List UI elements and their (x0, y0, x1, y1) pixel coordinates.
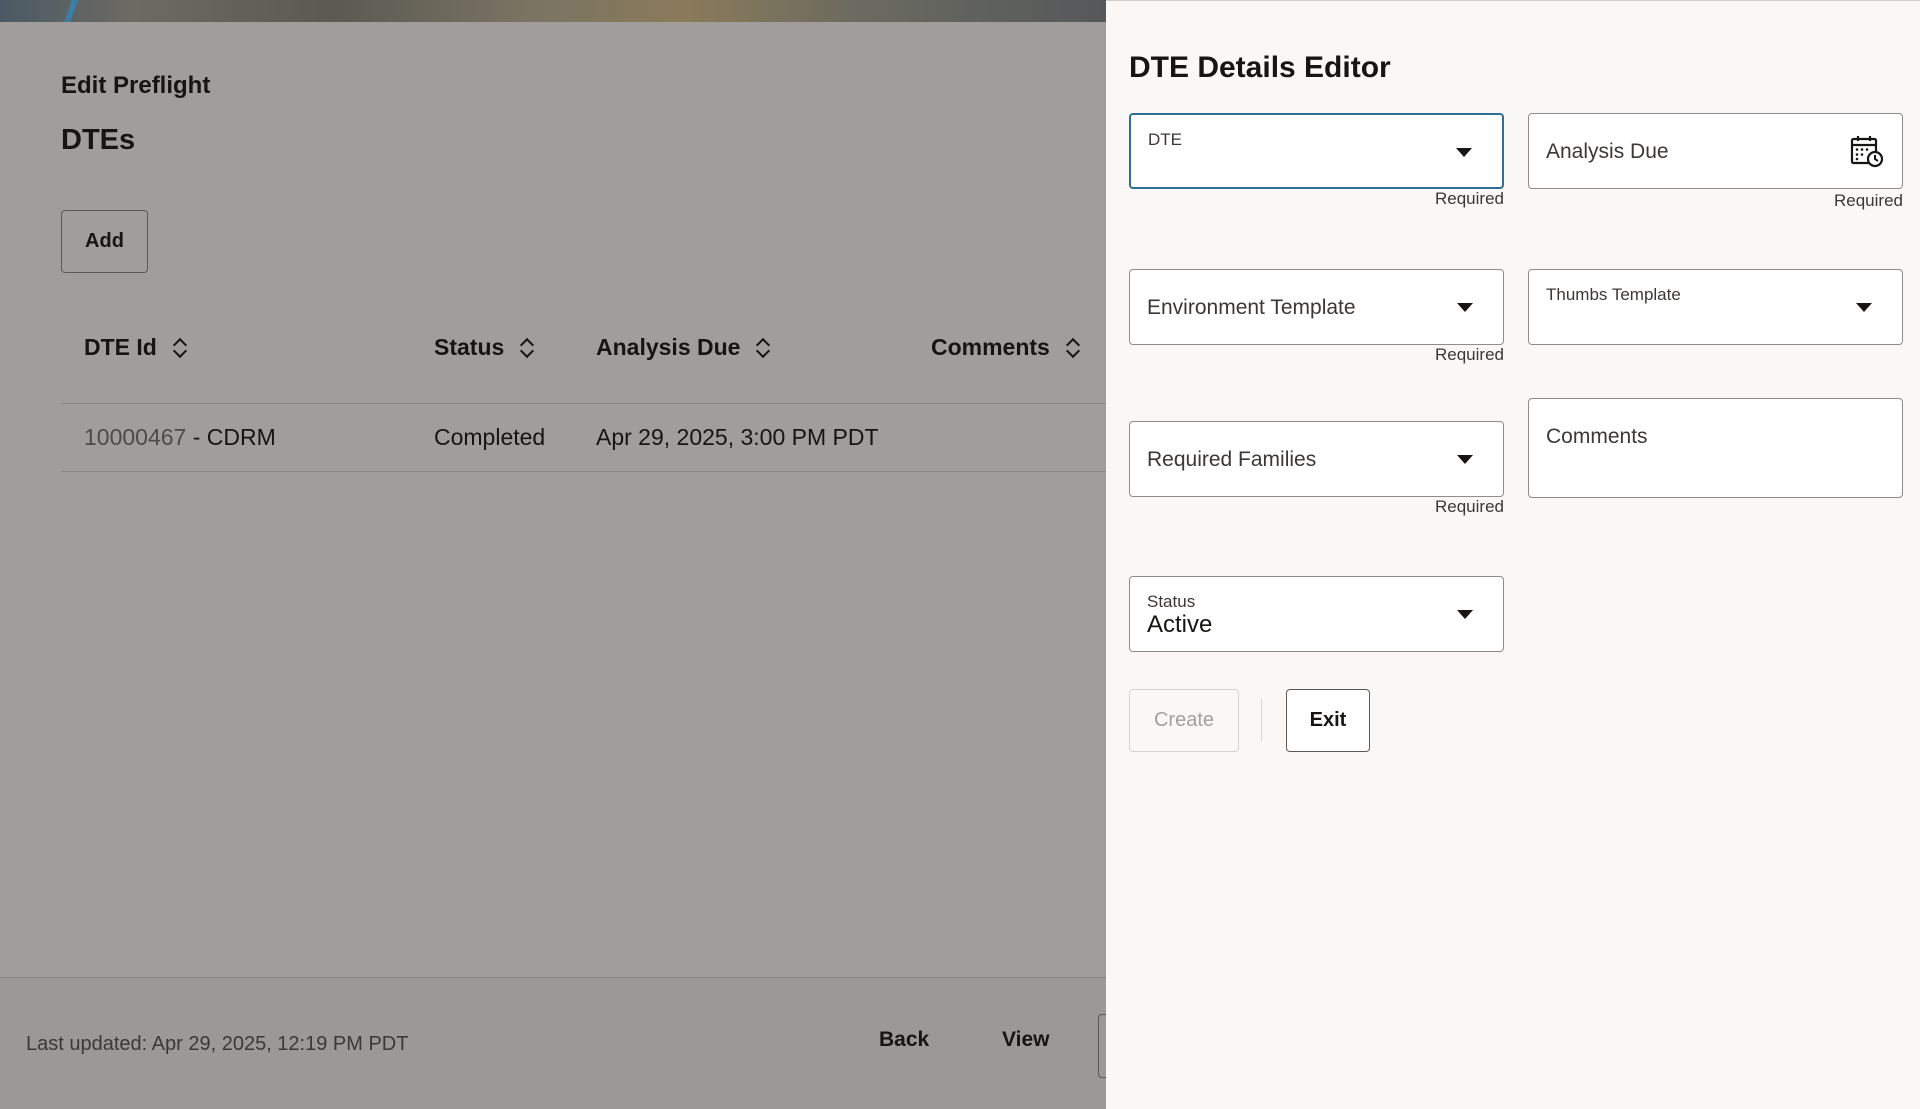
field-label: Status (1147, 592, 1196, 611)
column-header-analysis-due[interactable]: Analysis Due (596, 334, 770, 361)
field-label: Required Families (1147, 448, 1317, 471)
dte-select[interactable]: DTE (1129, 113, 1504, 189)
exit-button[interactable]: Exit (1286, 689, 1370, 752)
sort-icon[interactable] (520, 337, 534, 359)
column-label: Status (434, 334, 505, 360)
field-value: Active (1147, 611, 1213, 638)
analysis-due-field[interactable]: Analysis Due (1528, 113, 1903, 189)
column-label: Analysis Due (596, 334, 741, 360)
view-button[interactable]: View (1002, 1028, 1049, 1052)
required-hint: Required (1435, 345, 1504, 364)
chevron-down-icon[interactable] (1856, 303, 1872, 312)
status-select[interactable]: Status Active (1129, 576, 1504, 652)
column-header-dte-id[interactable]: DTE Id (84, 334, 187, 361)
column-header-status[interactable]: Status (434, 334, 534, 361)
back-button[interactable]: Back (879, 1028, 929, 1052)
field-label: Thumbs Template (1546, 285, 1681, 304)
required-hint: Required (1435, 497, 1504, 516)
dte-id-suffix: - CDRM (186, 424, 276, 450)
cell-status: Completed (434, 424, 546, 450)
add-button[interactable]: Add (61, 210, 148, 273)
section-title: DTEs (61, 124, 136, 156)
table-header: DTE Id Status Analysis Due Comments (61, 312, 1106, 404)
chevron-down-icon[interactable] (1457, 455, 1473, 464)
sort-icon[interactable] (173, 337, 187, 359)
background-page: Edit Preflight DTEs Add DTE Id Status An… (0, 22, 1106, 1109)
chevron-down-icon[interactable] (1457, 303, 1473, 312)
field-label: DTE (1148, 130, 1182, 149)
page-footer: Last updated: Apr 29, 2025, 12:19 PM PDT… (0, 977, 1110, 1109)
header-banner (0, 0, 1106, 22)
sort-icon[interactable] (1066, 337, 1080, 359)
field-label: Comments (1546, 425, 1648, 448)
cell-dte-id[interactable]: 10000467 - CDRM (84, 424, 276, 451)
thumbs-template-select[interactable]: Thumbs Template (1528, 269, 1903, 345)
dte-table: DTE Id Status Analysis Due Comments 1000… (61, 312, 1106, 472)
dte-id-link[interactable]: 10000467 (84, 424, 186, 450)
button-divider (1261, 699, 1262, 741)
field-label: Analysis Due (1546, 140, 1669, 163)
last-updated-text: Last updated: Apr 29, 2025, 12:19 PM PDT (26, 1033, 409, 1055)
comments-textarea[interactable]: Comments (1528, 398, 1903, 498)
column-header-comments[interactable]: Comments (931, 334, 1080, 361)
dte-details-drawer: DTE Details Editor DTE Required Analysis… (1106, 0, 1920, 1109)
calendar-clock-icon[interactable] (1850, 134, 1884, 168)
divider (61, 471, 1106, 472)
column-label: Comments (931, 334, 1050, 360)
page-title: Edit Preflight (61, 72, 211, 99)
required-families-select[interactable]: Required Families (1129, 421, 1504, 497)
required-hint: Required (1834, 191, 1903, 210)
create-button[interactable]: Create (1129, 689, 1239, 752)
table-row[interactable]: 10000467 - CDRM Completed Apr 29, 2025, … (61, 404, 1106, 472)
sort-icon[interactable] (756, 337, 770, 359)
chevron-down-icon[interactable] (1457, 610, 1473, 619)
banner-decoration (63, 0, 79, 22)
field-label: Environment Template (1147, 296, 1356, 319)
required-hint: Required (1435, 189, 1504, 208)
cell-analysis-due: Apr 29, 2025, 3:00 PM PDT (596, 424, 879, 450)
drawer-title: DTE Details Editor (1129, 51, 1391, 84)
chevron-down-icon[interactable] (1456, 148, 1472, 157)
environment-template-select[interactable]: Environment Template (1129, 269, 1504, 345)
column-label: DTE Id (84, 334, 157, 360)
